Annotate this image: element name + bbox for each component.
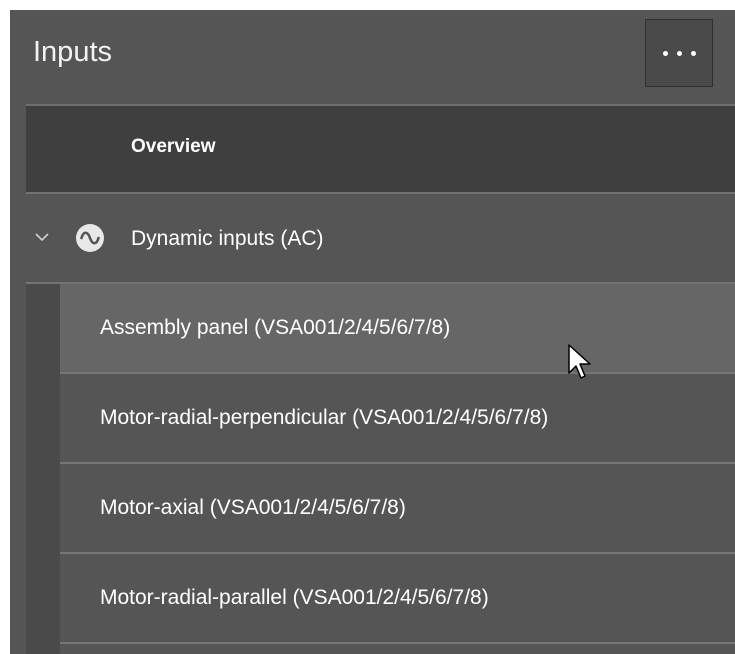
list-item-label: Motor-axial (VSA001/2/4/5/6/7/8) <box>100 496 406 519</box>
panel-title: Inputs <box>33 36 112 68</box>
overview-label: Overview <box>131 136 216 157</box>
list-item-motor-radial-perpendicular[interactable]: Motor-radial-perpendicular (VSA001/2/4/5… <box>60 374 735 464</box>
list-item-label: Motor-radial-parallel (VSA001/2/4/5/6/7/… <box>100 586 489 609</box>
more-horizontal-icon <box>662 50 668 56</box>
ac-sine-wave-icon <box>76 224 104 252</box>
group-label: Dynamic inputs (AC) <box>131 227 324 250</box>
inputs-panel: Inputs Overview Dynamic inputs (AC) Asse… <box>10 10 735 654</box>
more-options-button[interactable] <box>645 19 713 87</box>
list-item-label: Assembly panel (VSA001/2/4/5/6/7/8) <box>100 316 451 339</box>
list-item-motor-axial[interactable]: Motor-axial (VSA001/2/4/5/6/7/8) <box>60 464 735 554</box>
dynamic-inputs-group-row[interactable]: Dynamic inputs (AC) <box>26 194 735 284</box>
chevron-down-icon[interactable] <box>34 229 50 245</box>
overview-row[interactable]: Overview <box>26 104 735 194</box>
list-item-assembly-panel[interactable]: Assembly panel (VSA001/2/4/5/6/7/8) <box>60 284 735 374</box>
list-item-label: Motor-radial-perpendicular (VSA001/2/4/5… <box>100 406 549 429</box>
list-item-motor-radial-parallel[interactable]: Motor-radial-parallel (VSA001/2/4/5/6/7/… <box>60 554 735 644</box>
more-horizontal-icon-dot-2 <box>676 50 682 56</box>
more-horizontal-icon-dot-3 <box>690 50 696 56</box>
indent-strip <box>26 284 60 654</box>
panel-header: Inputs <box>10 10 735 104</box>
